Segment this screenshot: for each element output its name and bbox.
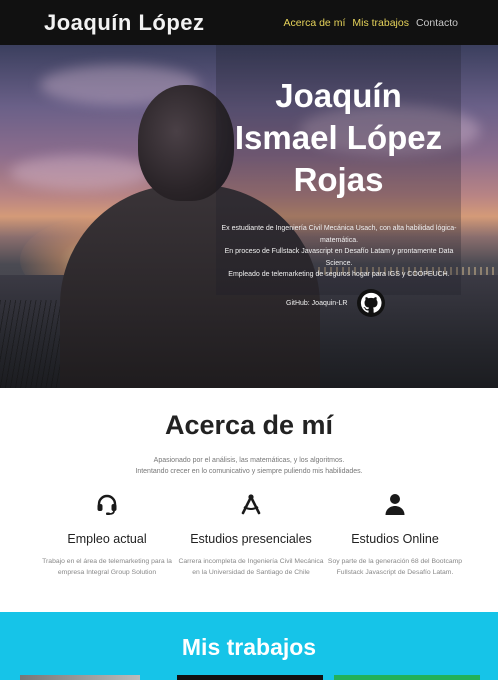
work-card[interactable] bbox=[334, 675, 480, 680]
compass-drafting-icon bbox=[241, 494, 261, 515]
nav-links: Acerca de mí Mis trabajos Contacto bbox=[284, 17, 459, 29]
work-card[interactable] bbox=[20, 675, 140, 680]
about-subtitle-line: Intentando crecer en lo comunicativo y s… bbox=[135, 468, 363, 475]
hero-description-line: Empleado de telemarketing de seguros hog… bbox=[228, 271, 450, 278]
works-section: Mis trabajos bbox=[0, 612, 498, 680]
feature-title: Empleo actual bbox=[67, 532, 147, 546]
about-subtitle-line: Apasionado por el análisis, las matemáti… bbox=[153, 457, 345, 464]
about-section: Acerca de mí Apasionado por el análisis,… bbox=[0, 388, 498, 612]
brand-logo[interactable]: Joaquín López bbox=[44, 10, 205, 36]
hero-section: Joaquín Ismael López Rojas Ex estudiante… bbox=[0, 45, 498, 388]
github-link[interactable]: GitHub: Joaquin-LR bbox=[286, 289, 386, 317]
feature-current-job: Empleo actual Trabajo en el área de tele… bbox=[32, 492, 182, 578]
feature-text: Soy parte de la generación 68 del Bootca… bbox=[327, 558, 463, 576]
hero-name-line: Joaquín bbox=[275, 77, 402, 114]
github-icon[interactable] bbox=[357, 289, 386, 317]
hero-name-line: Rojas bbox=[293, 161, 384, 198]
feature-title: Estudios presenciales bbox=[190, 532, 312, 546]
github-label[interactable]: GitHub: Joaquin-LR bbox=[286, 300, 347, 307]
hero-bg-cloud bbox=[10, 155, 150, 190]
user-icon bbox=[385, 494, 405, 515]
hero-description: Ex estudiante de Ingeniería Civil Mecáni… bbox=[214, 223, 464, 281]
about-title: Acerca de mí bbox=[164, 410, 334, 440]
hero-description-line: Ex estudiante de Ingeniería Civil Mecáni… bbox=[221, 225, 457, 244]
hero-name-line: Ismael López bbox=[234, 119, 443, 156]
feature-text: Carrera incompleta de Ingeniería Civil M… bbox=[178, 558, 324, 576]
nav-link-contact[interactable]: Contacto bbox=[416, 17, 458, 29]
about-subtitle: Apasionado por el análisis, las matemáti… bbox=[0, 455, 498, 477]
nav-link-about[interactable]: Acerca de mí bbox=[284, 17, 346, 29]
hero-name: Joaquín Ismael López Rojas bbox=[216, 75, 461, 201]
feature-online-studies: Estudios Online Soy parte de la generaci… bbox=[320, 492, 470, 578]
works-title: Mis trabajos bbox=[181, 634, 317, 660]
hero-description-line: En proceso de Fullstack Javascript en De… bbox=[224, 248, 454, 267]
feature-text: Trabajo en el área de telemarketing para… bbox=[42, 558, 172, 576]
navbar: Joaquín López Acerca de mí Mis trabajos … bbox=[0, 0, 498, 45]
work-card[interactable] bbox=[177, 675, 323, 680]
nav-link-works[interactable]: Mis trabajos bbox=[352, 17, 409, 29]
feature-title: Estudios Online bbox=[351, 532, 439, 546]
feature-onsite-studies: Estudios presenciales Carrera incompleta… bbox=[176, 492, 326, 578]
headset-icon bbox=[97, 494, 117, 515]
